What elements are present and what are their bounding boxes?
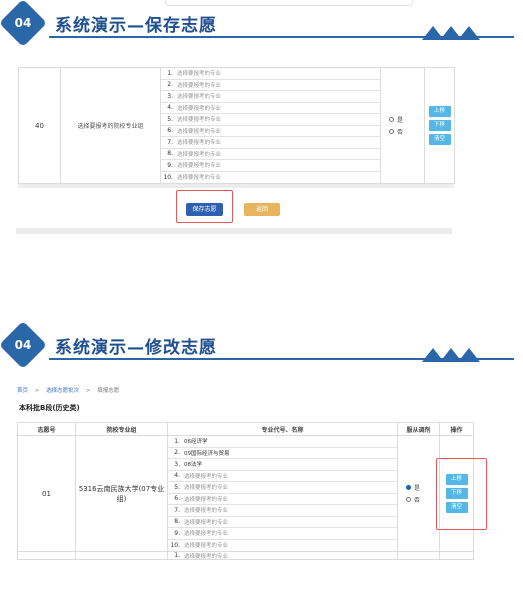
major-option[interactable]: 1. 选择要报考的专业: [169, 553, 397, 559]
table-scroll-shade: [18, 184, 454, 188]
volunteer-number: 40: [18, 67, 61, 184]
highlight-box-actions: [436, 458, 487, 530]
adjust-cell: 是 否: [397, 435, 440, 552]
section-title: 系统演示—修改志愿: [55, 338, 217, 358]
major-option[interactable]: 1. 06经济学: [168, 436, 397, 448]
back-button[interactable]: 返回: [244, 203, 280, 216]
section-badge: 04: [14, 16, 32, 30]
breadcrumb-current: 填报志愿: [97, 388, 120, 394]
school-group-select[interactable]: 5316云南民族大学(07专业组): [75, 435, 168, 552]
section-title: 系统演示—保存志愿: [55, 16, 217, 36]
table-row: 40 选择要报考的院校专业组 1. 选择要报考的专业 2. 选择要报考的专业 3. 选择要…: [18, 67, 455, 184]
major-options-cell: 1. 选择要报考的专业 2. 选择要报考的专业 3. 选择要报考的专业 4. 选择要报考的专业…: [160, 67, 381, 184]
move-up-button[interactable]: 上移: [428, 106, 451, 117]
radio-yes[interactable]: 是: [389, 115, 424, 124]
header-actions: 操作: [439, 422, 474, 436]
actions-cell: 上移 下移 清空: [424, 67, 455, 184]
move-down-button[interactable]: 下移: [428, 120, 451, 131]
header-adjust: 服从调剂: [397, 422, 440, 436]
section-header-modify: 04 系统演示—修改志愿: [0, 320, 523, 370]
adjust-cell: 是 否: [380, 67, 425, 184]
radio-circle-icon: [406, 497, 411, 502]
major-option[interactable]: 4. 选择要报考的专业: [161, 103, 380, 114]
major-option[interactable]: 5. 选择要报考的专业: [168, 482, 397, 494]
table-row: 01 5316云南民族大学(07专业组) 1. 06经济学 2. 09国际经济与贸易 3…: [17, 435, 474, 552]
header-volunteer-number: 志愿号: [17, 422, 76, 436]
breadcrumb-select-batch[interactable]: 选择志愿批次: [46, 388, 79, 394]
header-school-group: 院校专业组: [75, 422, 168, 436]
radio-no[interactable]: 否: [389, 127, 424, 136]
header-major: 专业代号、名称: [167, 422, 398, 436]
major-option[interactable]: 10. 选择要报考的专业: [161, 172, 380, 184]
major-option[interactable]: 5. 选择要报考的专业: [161, 114, 380, 126]
major-options-cell: 1. 06经济学 2. 09国际经济与贸易 3. 08法学 4. 选择要报考的专业 5. 选择要报…: [167, 435, 398, 552]
radio-circle-icon: [389, 117, 394, 122]
table-row-next: 1. 选择要报考的专业: [17, 551, 474, 560]
major-option[interactable]: 10. 选择要报考的专业: [168, 540, 397, 552]
clear-button[interactable]: 清空: [428, 134, 451, 145]
radio-no[interactable]: 否: [406, 495, 439, 504]
major-option[interactable]: 8. 选择要报考的专业: [168, 517, 397, 528]
radio-yes[interactable]: 是: [406, 483, 439, 492]
radio-checked-icon: [406, 485, 411, 490]
major-option[interactable]: 9. 选择要报考的专业: [168, 528, 397, 540]
volunteer-table-save: 40 选择要报考的院校专业组 1. 选择要报考的专业 2. 选择要报考的专业 3. 选择要…: [18, 67, 455, 184]
major-option[interactable]: 3. 08法学: [168, 459, 397, 471]
major-option[interactable]: 4. 选择要报考的专业: [168, 471, 397, 482]
major-option[interactable]: 9. 选择要报考的专业: [161, 160, 380, 172]
school-group-select[interactable]: 选择要报考的院校专业组: [60, 67, 161, 184]
section-header-save: 04 系统演示—保存志愿: [0, 0, 523, 48]
radio-circle-icon: [389, 129, 394, 134]
major-option[interactable]: 7. 选择要报考的专业: [168, 505, 397, 517]
major-option[interactable]: 6. 选择要报考的专业: [168, 494, 397, 505]
major-option[interactable]: 3. 选择要报考的专业: [161, 91, 380, 103]
major-option[interactable]: 7. 选择要报考的专业: [161, 137, 380, 149]
breadcrumb: 首页 > 选择志愿批次 > 填报志愿: [17, 388, 120, 394]
major-option[interactable]: 1. 选择要报考的专业: [161, 68, 380, 80]
breadcrumb-home[interactable]: 首页: [17, 388, 28, 394]
table-header-row: 志愿号 院校专业组 专业代号、名称 服从调剂 操作: [17, 422, 474, 436]
major-option[interactable]: 2. 选择要报考的专业: [161, 80, 380, 91]
batch-title: 本科批B段(历史类): [19, 404, 80, 412]
mountain-decoration-icon: [422, 26, 480, 40]
major-option[interactable]: 8. 选择要报考的专业: [161, 149, 380, 160]
major-option[interactable]: 6. 选择要报考的专业: [161, 126, 380, 137]
highlight-box-save: [176, 190, 233, 223]
volunteer-number: 01: [17, 435, 76, 552]
major-option[interactable]: 2. 09国际经济与贸易: [168, 448, 397, 459]
volunteer-table-modify: 志愿号 院校专业组 专业代号、名称 服从调剂 操作 01 5316云南民族大学(…: [17, 422, 474, 560]
mountain-decoration-icon: [422, 348, 480, 362]
panel-bottom-shade: [16, 228, 452, 234]
section-badge: 04: [14, 338, 32, 352]
